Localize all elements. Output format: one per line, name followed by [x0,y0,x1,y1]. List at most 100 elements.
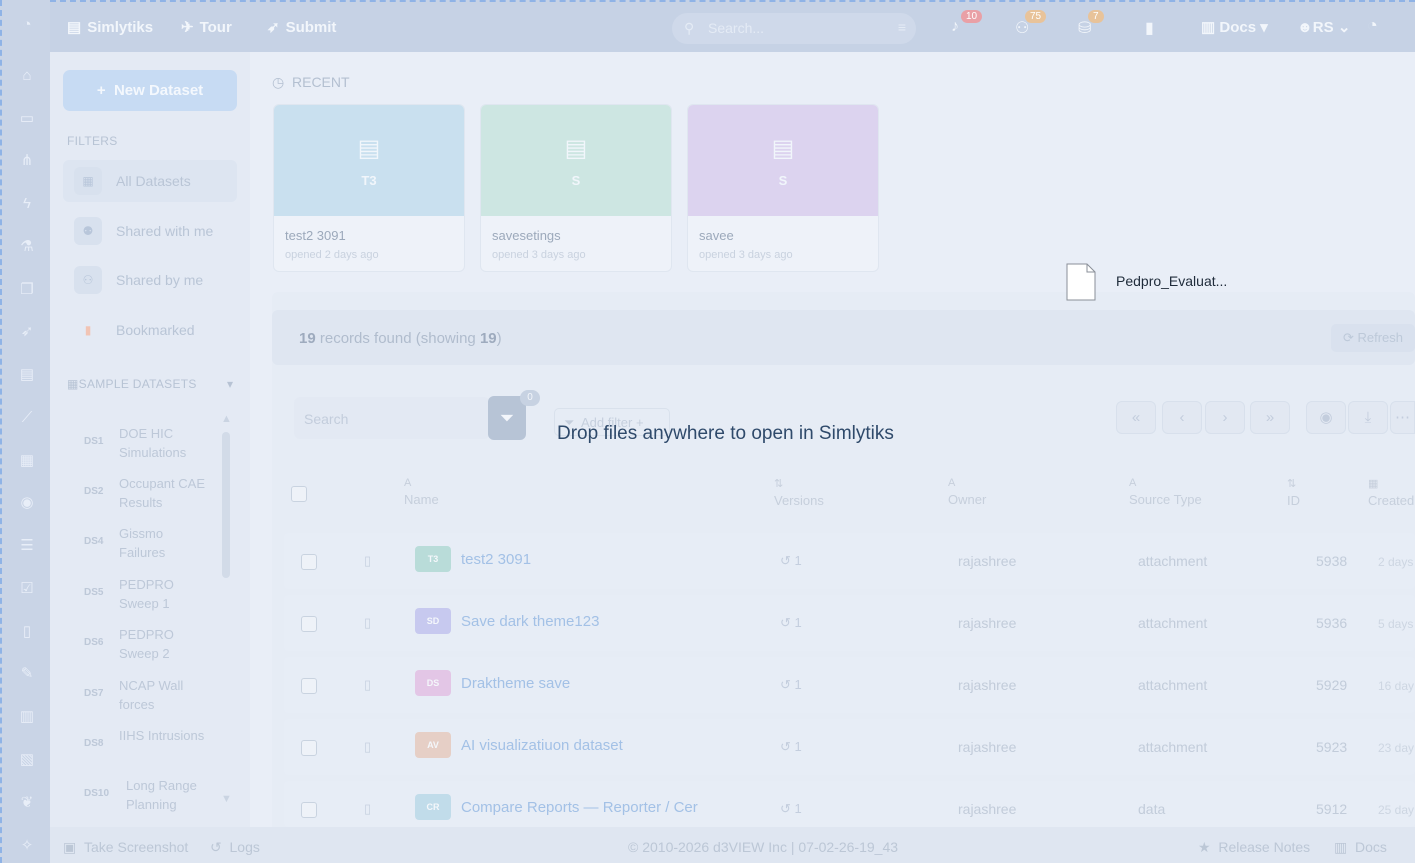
bar-chart-icon[interactable]: ▤ [18,366,36,384]
nav-submit[interactable]: ➶ Submit [267,18,336,37]
sample-dataset-item[interactable]: DS4 Gissmo Failures [50,520,230,566]
column-owner[interactable]: A Owner [948,477,986,507]
table-row[interactable]: ▯ AV AI visualizatiuon dataset ↺ 1 rajas… [284,719,1415,775]
row-checkbox[interactable] [301,740,317,756]
rocket-icon[interactable]: ➶ [18,323,36,341]
logs-button[interactable]: ↺ Logs [210,839,260,856]
scroll-up-icon[interactable]: ▲ [221,413,232,425]
take-screenshot-button[interactable]: ▣ Take Screenshot [63,839,188,856]
sample-name: PEDPRO Sweep 2 [119,627,174,661]
table-row[interactable]: ▯ T3 test2 3091 ↺ 1 rajashree attachment… [284,533,1415,589]
folder-icon[interactable]: ▭ [18,110,36,128]
filter-bookmarked[interactable]: ▮ Bookmarked [63,309,237,351]
recent-card[interactable]: ▤ S savee opened 3 days ago [687,104,879,272]
checkbox-icon[interactable]: ☑ [18,580,36,598]
records-mid: records found (showing [315,330,480,347]
column-name[interactable]: A Name [404,477,439,507]
table-row[interactable]: ▯ DS Draktheme save ↺ 1 rajashree attach… [284,657,1415,713]
report-icon[interactable]: ▧ [18,751,36,769]
filter-shared-with-me[interactable]: ⚉ Shared with me [63,210,237,252]
next-page-button[interactable]: › [1205,401,1245,434]
docs-menu[interactable]: ▥ Docs ▾ [1201,18,1268,36]
cart-button[interactable]: ⛁ 7 [1078,10,1104,38]
flask-icon[interactable]: ⚗ [18,238,36,256]
hierarchy-icon[interactable]: ⋔ [18,152,36,170]
row-checkbox[interactable] [301,802,317,818]
footer-docs-link[interactable]: ▥ Docs [1334,839,1387,856]
brain-icon[interactable]: ❦ [18,794,36,812]
release-notes-link[interactable]: ★ Release Notes [1198,839,1310,856]
column-versions[interactable]: ⇅ Versions [774,477,824,508]
row-name-link[interactable]: Save dark theme123 [461,613,599,630]
home-icon[interactable]: ⌂ [18,67,36,85]
row-checkbox[interactable] [301,616,317,632]
sample-dataset-item[interactable]: DS5 PEDPRO Sweep 1 [50,571,230,617]
row-created: 23 day [1378,741,1415,755]
sample-dataset-item[interactable]: DS6 PEDPRO Sweep 2 [50,621,230,667]
table-search-input[interactable]: Search [294,397,490,439]
row-versions[interactable]: ↺ 1 [780,801,802,817]
row-name-link[interactable]: Draktheme save [461,675,570,692]
app-logo-icon[interactable]: ◔ [1367,15,1378,36]
wrench-icon[interactable]: ✧ [18,837,36,855]
row-checkbox[interactable] [301,678,317,694]
row-name-link[interactable]: Compare Reports — Reporter / Cer [461,799,698,816]
first-page-button[interactable]: « [1116,401,1156,434]
recent-card[interactable]: ▤ S savesetings opened 3 days ago [480,104,672,272]
database-icon[interactable]: ☰ [18,537,36,555]
view-button[interactable]: ◉ [1306,401,1346,434]
last-page-button[interactable]: » [1250,401,1290,434]
row-name-link[interactable]: AI visualizatiuon dataset [461,737,623,754]
sample-code: DS5 [84,587,104,598]
filter-shared-by-me[interactable]: ⚇ Shared by me [63,259,237,301]
logo-icon[interactable]: ◔ [18,16,36,34]
globe-icon[interactable]: ◉ [18,494,36,512]
sample-dataset-item[interactable]: DS2 Occupant CAE Results [50,470,230,516]
prev-page-button[interactable]: ‹ [1162,401,1202,434]
global-search-input[interactable]: ⚲ Search... ≡ [672,13,916,44]
book-icon[interactable]: ▥ [18,708,36,726]
table-row[interactable]: ▯ SD Save dark theme123 ↺ 1 rajashree at… [284,595,1415,651]
sidebar-scrollbar[interactable] [222,432,230,578]
shares-button[interactable]: ⚇ 75 [1015,10,1047,38]
nav-tour[interactable]: ✈ Tour [181,18,232,37]
bolt-icon[interactable]: ϟ [18,195,36,213]
column-id[interactable]: ⇅ ID [1287,477,1300,508]
file-icon[interactable]: ▯ [18,623,36,641]
user-menu[interactable]: ☻RS ⌄ [1297,18,1350,36]
copy-icon[interactable]: ❐ [18,281,36,299]
row-versions[interactable]: ↺ 1 [780,615,802,631]
row-versions[interactable]: ↺ 1 [780,553,802,569]
table-icon[interactable]: ▦ [18,452,36,470]
recent-card[interactable]: ▤ T3 test2 3091 opened 2 days ago [273,104,465,272]
column-created[interactable]: ▦ Created [1368,477,1414,508]
nav-brand[interactable]: ▤ Simlytiks [67,18,153,37]
more-button[interactable]: ⋯ [1390,401,1415,434]
refresh-button[interactable]: ⟳ Refresh [1331,324,1415,352]
column-source-type[interactable]: A Source Type [1129,477,1202,507]
card-abbr: T3 [361,172,377,188]
select-all-checkbox[interactable] [291,486,307,502]
scroll-down-icon[interactable]: ▼ [221,793,232,805]
row-owner: rajashree [958,739,1017,755]
column-label: Owner [948,492,987,507]
line-chart-icon[interactable]: ⟋ [18,409,36,427]
row-name-link[interactable]: test2 3091 [461,551,531,568]
sample-dataset-item[interactable]: DS7 NCAP Wall forces [50,672,230,718]
sample-dataset-item[interactable]: DS8 IIHS Intrusions [50,722,230,768]
sample-dataset-item[interactable]: DS10 Long Range Planning [50,772,230,818]
table-row[interactable]: ▯ CR Compare Reports — Reporter / Cer ↺ … [284,781,1415,827]
new-dataset-button[interactable]: + New Dataset [63,70,237,111]
sample-datasets-toggle[interactable]: ▦SAMPLE DATASETS ▾ [67,377,233,391]
filter-all-datasets[interactable]: ▦ All Datasets [63,160,237,202]
download-button[interactable]: ⤓ [1348,401,1388,434]
row-versions[interactable]: ↺ 1 [780,677,802,693]
filter-button[interactable]: ⏷ [488,396,526,440]
note-icon[interactable]: ✎ [18,665,36,683]
trash-button[interactable]: ▮ [1145,18,1154,38]
notifications-button[interactable]: ♪ 10 [951,10,983,36]
row-versions[interactable]: ↺ 1 [780,739,802,755]
row-checkbox[interactable] [301,554,317,570]
sample-dataset-item[interactable]: DS1 DOE HIC Simulations [50,420,230,466]
sample-name: IIHS Intrusions [119,728,205,743]
